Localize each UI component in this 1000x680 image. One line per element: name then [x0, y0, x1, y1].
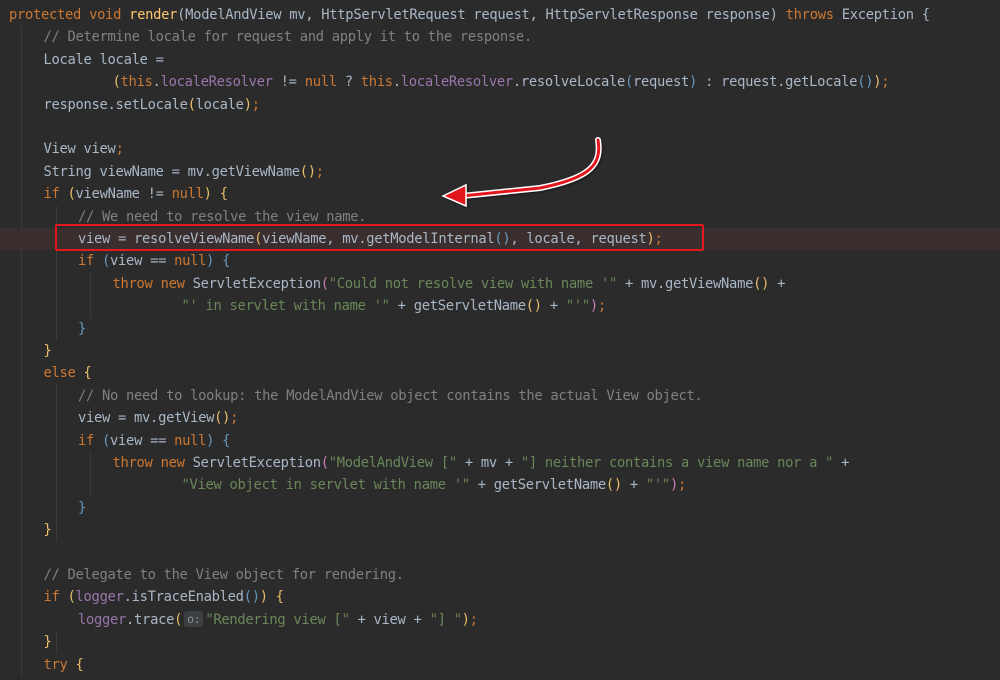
code-editor[interactable]: protected void render(ModelAndView mv, H… [0, 0, 1000, 680]
annotation-arrow-icon [441, 137, 602, 208]
